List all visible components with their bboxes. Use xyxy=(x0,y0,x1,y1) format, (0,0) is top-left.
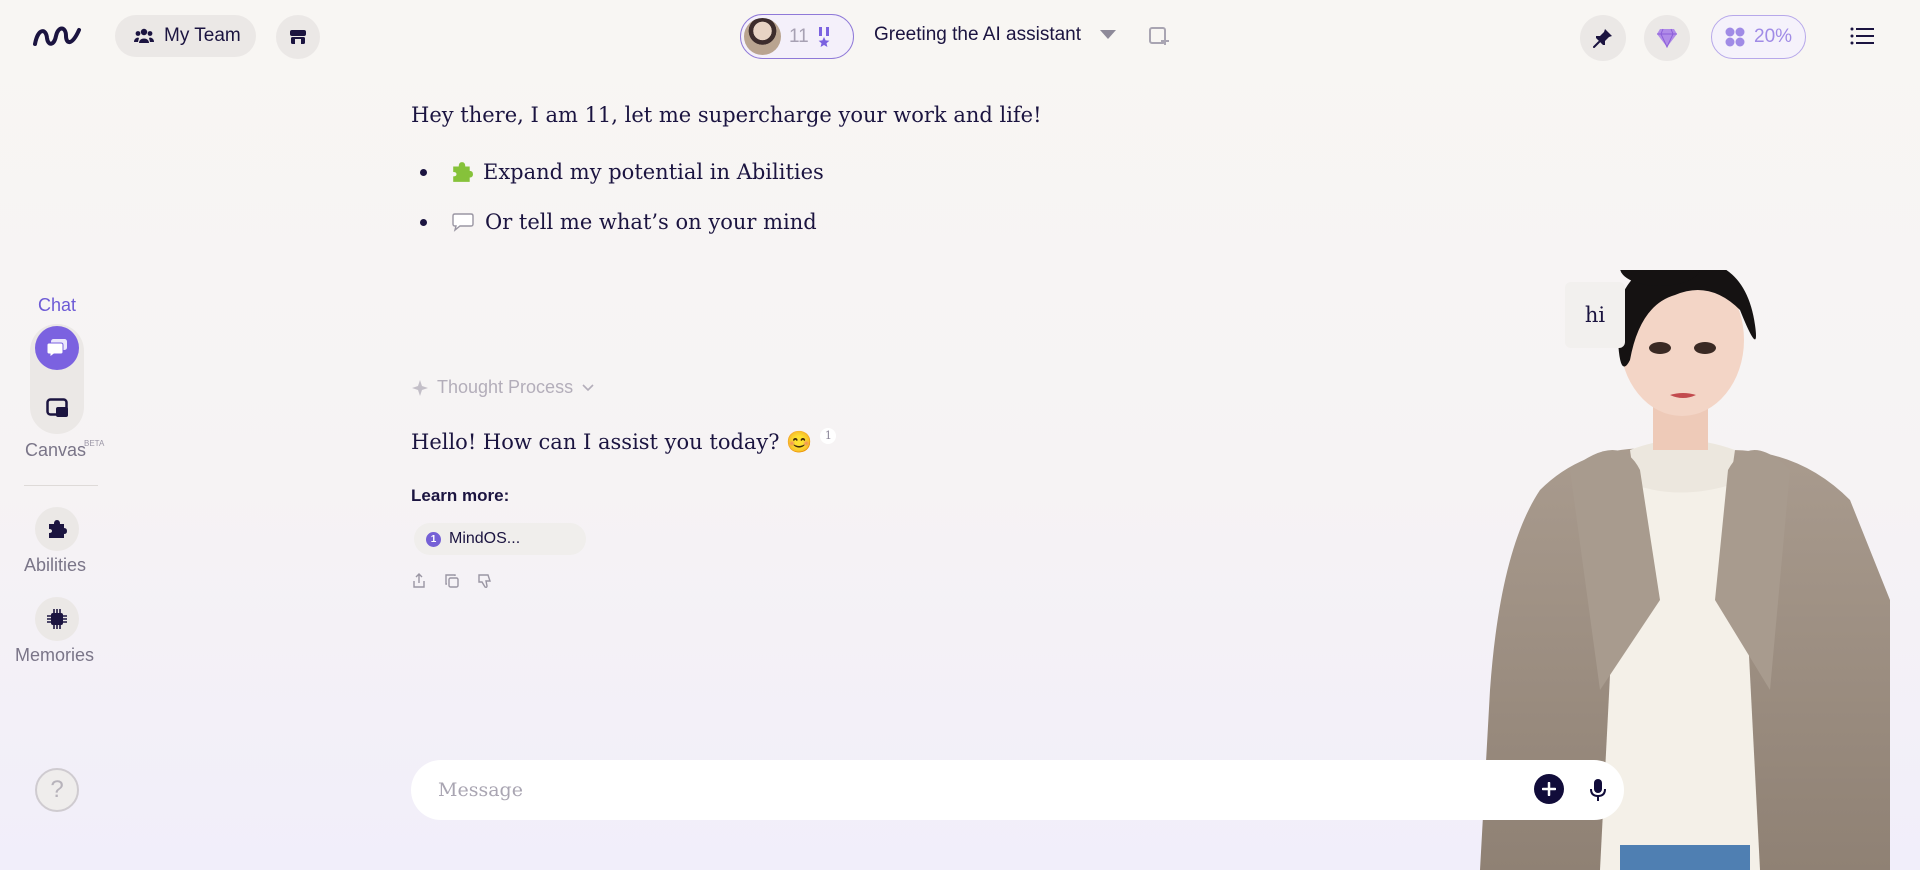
canvas-icon xyxy=(46,398,68,417)
conversation-title[interactable]: Greeting the AI assistant xyxy=(874,24,1081,46)
abilities-label[interactable]: Abilities xyxy=(24,555,86,576)
store-button[interactable] xyxy=(276,15,320,59)
source-chip[interactable]: 1 MindOS... xyxy=(414,523,586,555)
voice-input-button[interactable] xyxy=(1584,775,1612,805)
rail-divider xyxy=(24,485,98,486)
thought-process-toggle[interactable]: Thought Process xyxy=(411,377,595,398)
add-attachment-button[interactable] xyxy=(1534,774,1564,804)
chevron-down-icon[interactable] xyxy=(1100,30,1116,39)
chat-mode-button[interactable] xyxy=(35,326,79,370)
bullet-dot xyxy=(420,218,427,226)
puzzle-icon xyxy=(49,520,67,538)
agent-selector[interactable]: 11 xyxy=(740,14,854,59)
menu-icon[interactable] xyxy=(1850,26,1874,46)
assistant-reply: Hello! How can I assist you today? 😊 1 xyxy=(411,427,837,455)
copy-icon[interactable] xyxy=(444,573,460,589)
help-button[interactable]: ? xyxy=(35,768,79,812)
thought-process-label: Thought Process xyxy=(437,377,574,397)
bullet-item-mind[interactable]: Or tell me what’s on your mind xyxy=(420,210,817,234)
greeting-message: Hey there, I am 11, let me supercharge y… xyxy=(411,103,1042,127)
reply-text: Hello! How can I assist you today? 😊 xyxy=(411,430,813,454)
source-label: MindOS... xyxy=(449,530,521,547)
message-actions xyxy=(411,573,493,589)
memories-button[interactable] xyxy=(35,597,79,641)
puzzle-icon xyxy=(453,162,473,182)
my-team-label: My Team xyxy=(164,25,241,46)
canvas-mode-button[interactable] xyxy=(35,386,79,430)
thumbs-down-icon[interactable] xyxy=(477,573,493,589)
premium-button[interactable] xyxy=(1644,15,1690,61)
top-bar: My Team 11 Greeting the AI assistant 20% xyxy=(0,0,1920,72)
memories-label[interactable]: Memories xyxy=(15,645,94,666)
beta-badge: BETA xyxy=(84,439,105,448)
rail-chat-label[interactable]: Chat xyxy=(38,295,76,316)
team-icon xyxy=(134,28,154,43)
medal-icon xyxy=(818,26,830,47)
message-composer xyxy=(411,760,1624,820)
plus-icon xyxy=(1542,782,1556,796)
bullet-item-abilities[interactable]: Expand my potential in Abilities xyxy=(420,160,824,184)
abilities-button[interactable] xyxy=(35,507,79,551)
share-icon[interactable] xyxy=(411,573,427,589)
sparkle-icon xyxy=(412,379,428,396)
store-icon xyxy=(290,30,306,44)
speech-text: hi xyxy=(1584,303,1606,327)
chat-icon xyxy=(46,339,67,358)
bullet-text: Or tell me what’s on your mind xyxy=(485,210,817,234)
learn-more-heading: Learn more: xyxy=(411,486,510,505)
message-input[interactable] xyxy=(438,779,1518,801)
speech-bubble-icon xyxy=(452,213,474,232)
agent-avatar xyxy=(744,18,781,55)
credits-percent: 20% xyxy=(1754,26,1793,47)
pin-button[interactable] xyxy=(1580,15,1626,61)
microphone-icon xyxy=(1590,779,1606,801)
mindos-logo[interactable] xyxy=(32,22,82,50)
citation-marker[interactable]: 1 xyxy=(820,427,837,444)
my-team-button[interactable]: My Team xyxy=(115,15,256,57)
bullet-dot xyxy=(420,168,427,176)
new-chat-icon[interactable] xyxy=(1147,24,1171,48)
chevron-down-icon xyxy=(582,383,594,391)
avatar-speech-bubble: hi xyxy=(1565,282,1625,348)
rail-canvas-label[interactable]: Canvas xyxy=(25,440,86,461)
apps-icon xyxy=(1725,27,1745,47)
credits-indicator[interactable]: 20% xyxy=(1711,15,1806,59)
agent-count: 11 xyxy=(789,25,809,47)
chip-icon xyxy=(47,609,67,629)
pin-icon xyxy=(1593,29,1612,48)
help-icon: ? xyxy=(50,776,64,803)
diamond-icon xyxy=(1657,28,1677,48)
bullet-text: Expand my potential in Abilities xyxy=(483,160,824,184)
source-number: 1 xyxy=(426,531,441,547)
